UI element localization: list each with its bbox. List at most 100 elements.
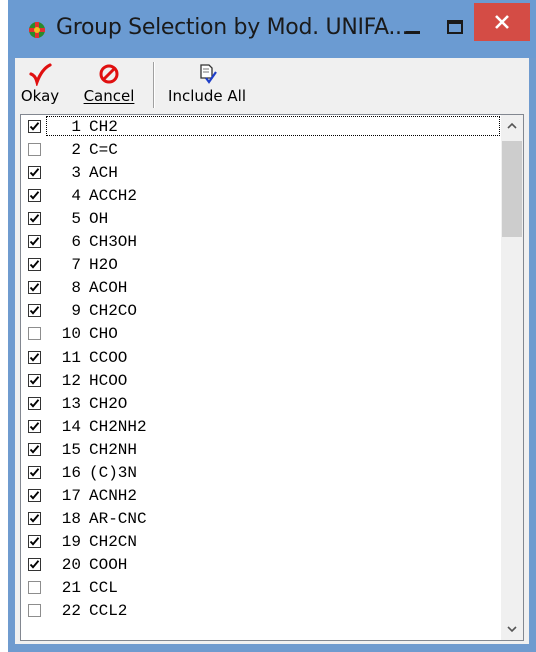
group-name: C=C bbox=[89, 141, 118, 160]
checkbox-checked[interactable] bbox=[28, 166, 41, 180]
group-list-item[interactable]: 10 CHO bbox=[21, 322, 501, 345]
group-name: OH bbox=[89, 210, 109, 229]
close-button[interactable] bbox=[474, 3, 530, 41]
group-number: 3 bbox=[71, 164, 81, 183]
document-check-icon bbox=[161, 62, 253, 86]
group-list-item[interactable]: 22 CCL2 bbox=[21, 599, 501, 622]
group-number: 17 bbox=[61, 486, 81, 505]
group-number: 11 bbox=[61, 348, 81, 367]
checkbox-checked[interactable] bbox=[28, 419, 41, 433]
group-name: CH2NH bbox=[89, 440, 138, 459]
group-number: 10 bbox=[61, 325, 81, 344]
checkbox-checked[interactable] bbox=[28, 488, 41, 502]
group-list-item[interactable]: 17 ACNH2 bbox=[21, 484, 501, 507]
group-number: 13 bbox=[61, 394, 81, 413]
group-list-item[interactable]: 4 ACCH2 bbox=[21, 184, 501, 207]
checkbox-checked[interactable] bbox=[28, 120, 41, 133]
group-number: 16 bbox=[61, 463, 81, 482]
checkbox-checked[interactable] bbox=[28, 373, 41, 387]
minimize-button[interactable] bbox=[396, 14, 430, 42]
include-all-label: Include All bbox=[168, 87, 246, 105]
checkbox-checked[interactable] bbox=[28, 258, 41, 272]
group-list[interactable]: 22 CCL2 21 CCL 20 COOH 19 CH2CN 18 AR-CNC 17 ACNH2 1… bbox=[20, 114, 524, 641]
group-list-item[interactable]: 12 HCOO bbox=[21, 369, 501, 392]
red-checkmark-icon bbox=[17, 62, 63, 88]
group-number: 22 bbox=[61, 602, 81, 621]
group-list-item[interactable]: 18 AR-CNC bbox=[21, 507, 501, 530]
checkbox-unchecked[interactable] bbox=[28, 143, 41, 157]
group-number: 18 bbox=[61, 509, 81, 528]
group-list-item[interactable]: 14 CH2NH2 bbox=[21, 415, 501, 438]
scroll-up-arrow-icon[interactable] bbox=[501, 115, 523, 137]
checkbox-checked[interactable] bbox=[28, 557, 41, 571]
group-list-item[interactable]: 19 CH2CN bbox=[21, 530, 501, 553]
group-list-item[interactable]: 5 OH bbox=[21, 207, 501, 230]
group-name: CH3OH bbox=[89, 233, 138, 252]
group-list-item[interactable]: 16 (C)3N bbox=[21, 461, 501, 484]
group-name: CH2CN bbox=[89, 532, 138, 551]
checkbox-checked[interactable] bbox=[28, 396, 41, 410]
group-list-item[interactable]: 2 C=C bbox=[21, 138, 501, 161]
group-name: ACH bbox=[89, 164, 118, 183]
group-name: ACNH2 bbox=[89, 486, 138, 505]
group-name: COOH bbox=[89, 555, 128, 574]
checkbox-checked[interactable] bbox=[28, 281, 41, 295]
checkbox-unchecked[interactable] bbox=[28, 604, 41, 618]
group-list-item[interactable]: 15 CH2NH bbox=[21, 438, 501, 461]
okay-button[interactable]: Okay bbox=[17, 60, 63, 108]
group-name: CCL bbox=[89, 579, 118, 597]
group-name: CH2CO bbox=[89, 302, 138, 321]
include-all-button[interactable]: Include All bbox=[161, 60, 253, 108]
group-list-item[interactable]: 13 CH2O bbox=[21, 392, 501, 415]
group-name: CHO bbox=[89, 325, 118, 344]
okay-label: Okay bbox=[20, 87, 60, 105]
vertical-scrollbar[interactable] bbox=[501, 115, 523, 640]
cancel-label: Cancel bbox=[83, 87, 135, 105]
group-number: 8 bbox=[71, 279, 81, 298]
group-list-item[interactable]: 21 CCL bbox=[21, 576, 501, 599]
group-number: 9 bbox=[71, 302, 81, 321]
window-title: Group Selection by Mod. UNIFA... bbox=[56, 15, 409, 40]
group-number: 7 bbox=[71, 256, 81, 275]
group-name: HCOO bbox=[89, 371, 128, 390]
red-no-symbol-icon bbox=[77, 62, 141, 86]
group-list-item[interactable]: 3 ACH bbox=[21, 161, 501, 184]
checkbox-checked[interactable] bbox=[28, 189, 41, 203]
group-list-item[interactable]: 6 CH3OH bbox=[21, 230, 501, 253]
group-name: CCL2 bbox=[89, 602, 128, 621]
toolbar: Okay Cancel Include All bbox=[15, 58, 529, 110]
checkbox-unchecked[interactable] bbox=[28, 581, 41, 594]
group-list-item[interactable]: 7 H2O bbox=[21, 253, 501, 276]
group-name: CH2NH2 bbox=[89, 417, 147, 436]
group-number: 15 bbox=[61, 440, 81, 459]
focus-indicator bbox=[46, 116, 500, 136]
group-list-item[interactable]: 9 CH2CO bbox=[21, 299, 501, 322]
group-list-item[interactable]: 8 ACOH bbox=[21, 276, 501, 299]
group-number: 12 bbox=[61, 371, 81, 390]
checkbox-checked[interactable] bbox=[28, 304, 41, 318]
group-name: CH2O bbox=[89, 394, 128, 413]
dialog-window: Group Selection by Mod. UNIFA... Okay Ca… bbox=[8, 0, 536, 652]
checkbox-unchecked[interactable] bbox=[28, 327, 41, 341]
checkbox-checked[interactable] bbox=[28, 212, 41, 226]
checkbox-checked[interactable] bbox=[28, 235, 41, 249]
cancel-button[interactable]: Cancel bbox=[77, 60, 141, 108]
checkbox-checked[interactable] bbox=[28, 350, 41, 364]
app-icon[interactable] bbox=[26, 19, 48, 41]
checkbox-checked[interactable] bbox=[28, 465, 41, 479]
scroll-down-arrow-icon[interactable] bbox=[501, 618, 523, 640]
title-bar[interactable]: Group Selection by Mod. UNIFA... bbox=[8, 0, 536, 58]
maximize-button[interactable] bbox=[438, 14, 472, 42]
group-name: ACOH bbox=[89, 279, 128, 298]
dialog-client-area: Okay Cancel Include All 22 CCL2 21 CCL 20 COO… bbox=[15, 58, 529, 644]
group-list-item[interactable]: 20 COOH bbox=[21, 553, 501, 576]
checkbox-checked[interactable] bbox=[28, 534, 41, 548]
scrollbar-thumb[interactable] bbox=[502, 141, 522, 237]
group-number: 6 bbox=[71, 233, 81, 252]
group-list-item[interactable]: 11 CCOO bbox=[21, 346, 501, 369]
checkbox-checked[interactable] bbox=[28, 442, 41, 456]
group-name: H2O bbox=[89, 256, 118, 275]
group-name: AR-CNC bbox=[89, 509, 147, 528]
checkbox-checked[interactable] bbox=[28, 511, 41, 525]
group-number: 14 bbox=[61, 417, 81, 436]
